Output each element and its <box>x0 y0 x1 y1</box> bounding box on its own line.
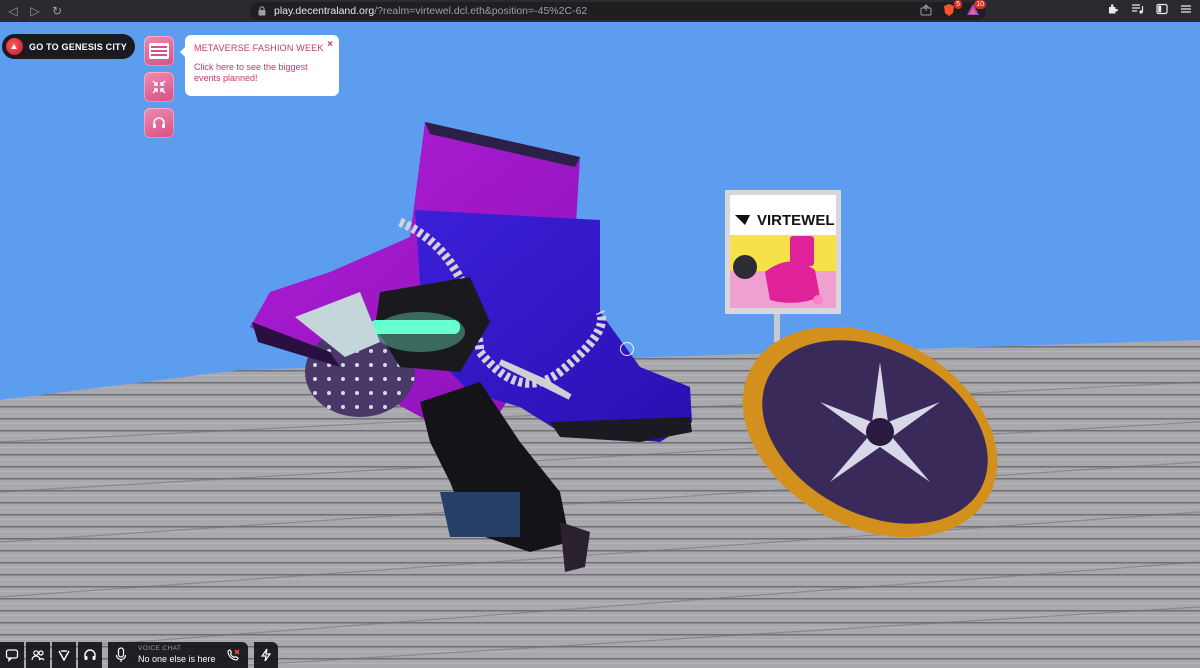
playlist-icon[interactable] <box>1131 3 1144 15</box>
menu-icon[interactable] <box>1180 3 1192 15</box>
friends-button[interactable] <box>26 642 50 668</box>
support-button[interactable] <box>144 108 174 138</box>
url-host: play.decentraland.org <box>274 5 375 17</box>
billboard-brand-text: VIRTEWEL <box>757 212 835 229</box>
voice-chat-panel[interactable]: VOICE CHAT No one else is here <box>108 642 248 668</box>
friends-icon <box>31 650 45 661</box>
headset-icon <box>153 117 165 128</box>
emotes-button[interactable] <box>52 642 76 668</box>
headphones-icon <box>84 649 96 660</box>
brave-shields-icon[interactable]: 5 <box>942 0 962 17</box>
close-icon[interactable]: × <box>327 39 333 50</box>
address-bar[interactable]: play.decentraland.org/?realm=virtewel.dc… <box>250 0 986 20</box>
chat-button[interactable] <box>0 642 24 668</box>
lightning-icon <box>260 648 272 662</box>
browser-toolbar: ◁ ▷ ↻ play.decentraland.org/?realm=virte… <box>0 0 1200 22</box>
rewards-badge: 10 <box>974 0 986 9</box>
genesis-button-label: GO TO GENESIS CITY <box>29 41 127 52</box>
voice-chat-status: No one else is here <box>138 654 216 664</box>
go-to-genesis-city-button[interactable]: GO TO GENESIS CITY <box>2 34 135 59</box>
brave-rewards-icon[interactable]: 10 <box>966 0 986 17</box>
forward-icon[interactable]: ▷ <box>26 2 44 20</box>
extensions-icon[interactable] <box>1107 3 1119 15</box>
shields-badge: 5 <box>954 0 962 9</box>
share-icon[interactable] <box>920 4 932 16</box>
game-viewport[interactable]: VIRTEWEL GO TO GENESIS CITY METAVERSE FA… <box>0 22 1200 668</box>
event-popup-title: METAVERSE FASHION WEEK <box>194 43 324 53</box>
back-icon[interactable]: ◁ <box>4 2 22 20</box>
event-popup-text[interactable]: Click here to see the biggest events pla… <box>194 62 330 84</box>
reload-icon[interactable]: ↻ <box>48 2 66 20</box>
voice-chat-label: VOICE CHAT <box>138 645 182 652</box>
crosshair-icon <box>620 342 634 356</box>
url-path: /?realm=virtewel.dcl.eth&position=-45%2C… <box>374 5 588 17</box>
decentraland-logo-icon <box>6 38 23 55</box>
event-popup[interactable]: METAVERSE FASHION WEEK Click here to see… <box>180 35 339 96</box>
emote-icon <box>58 650 70 662</box>
quick-actions-button[interactable] <box>254 642 278 668</box>
sidebar-icon[interactable] <box>1156 3 1168 15</box>
collapse-arrows-icon <box>152 80 166 94</box>
bottom-toolbar: VOICE CHAT No one else is here <box>0 642 278 668</box>
lock-icon <box>258 6 266 16</box>
chat-icon <box>5 649 19 662</box>
help-button[interactable] <box>78 642 102 668</box>
game-scene: VIRTEWEL <box>0 122 1200 668</box>
collapse-button[interactable] <box>144 72 174 102</box>
microphone-icon[interactable] <box>114 647 128 663</box>
url-text: play.decentraland.org/?realm=virtewel.dc… <box>274 5 587 17</box>
mvfw-logo-icon <box>149 43 169 59</box>
mvfw-events-button[interactable] <box>144 36 174 66</box>
call-muted-icon[interactable] <box>226 648 240 662</box>
